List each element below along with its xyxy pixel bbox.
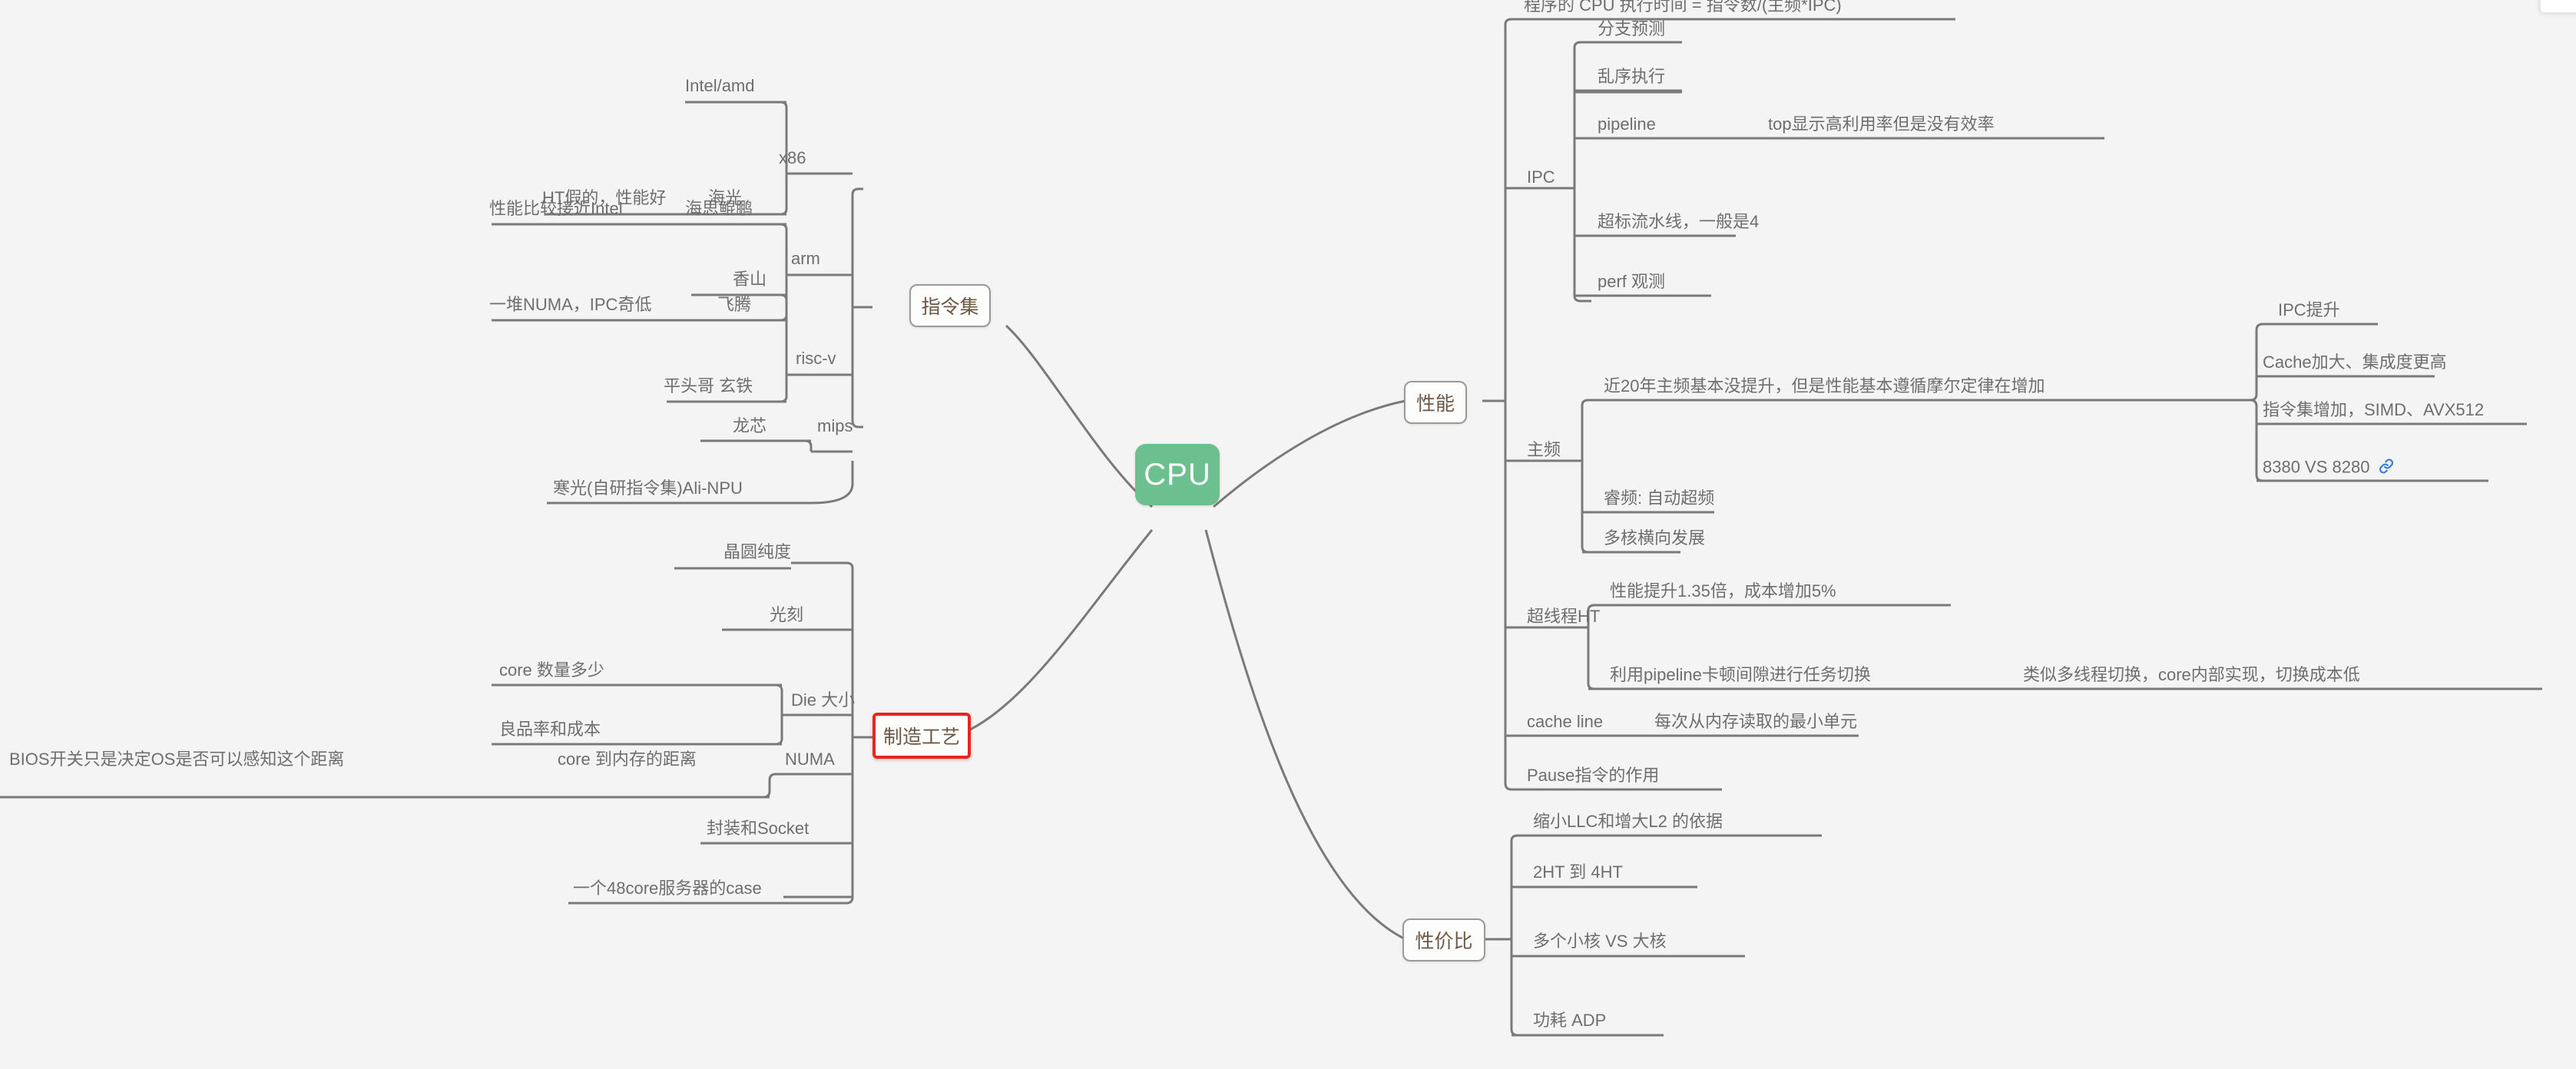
topic-performance[interactable]: 性能 bbox=[1404, 381, 1467, 424]
leaf-pipeline-note[interactable]: top显示高利用率但是没有效率 bbox=[1766, 114, 1996, 136]
leaf-power-adp[interactable]: 功耗 ADP bbox=[1531, 1011, 1608, 1032]
leaf-cache-line-note[interactable]: 每次从内存读取的最小单元 bbox=[1653, 712, 1859, 733]
leaf-x86[interactable]: x86 bbox=[777, 148, 807, 170]
leaf-8380-vs-8280-text: 8380 VS 8280 bbox=[2263, 457, 2370, 477]
root-node-cpu[interactable]: CPU bbox=[1135, 444, 1220, 505]
leaf-cache-line[interactable]: cache line bbox=[1525, 712, 1604, 733]
leaf-risc-v[interactable]: risc-v bbox=[794, 349, 838, 370]
leaf-ht-pipeline-stall-switch[interactable]: 利用pipeline卡顿间隙进行任务切换 bbox=[1608, 665, 1872, 687]
leaf-bios-switch-note[interactable]: BIOS开关只是决定OS是否可以感知这个距离 bbox=[8, 750, 346, 771]
leaf-ipc-improvement[interactable]: IPC提升 bbox=[2276, 300, 2342, 322]
connector-wires bbox=[0, 18, 2542, 1037]
leaf-moores-law-note[interactable]: 近20年主频基本没提升，但是性能基本遵循摩尔定律在增加 bbox=[1602, 376, 2046, 398]
topic-instruction-set[interactable]: 指令集 bbox=[909, 284, 991, 327]
leaf-superscalar-pipeline[interactable]: 超标流水线，一般是4 bbox=[1596, 212, 1760, 233]
leaf-xiangshan[interactable]: 香山 bbox=[731, 270, 768, 291]
leaf-ht-pipeline-stall-switch-note[interactable]: 类似多线程切换，core内部实现，切换成本低 bbox=[2021, 665, 2362, 687]
leaf-hisilicon-kunpeng-note[interactable]: 性能比较接近Intel bbox=[488, 199, 624, 220]
leaf-mips[interactable]: mips bbox=[816, 416, 854, 438]
leaf-die-size[interactable]: Die 大小 bbox=[790, 690, 856, 712]
leaf-pingtouge-xuantie[interactable]: 平头哥 玄铁 bbox=[662, 376, 754, 398]
leaf-turbo-boost[interactable]: 睿频: 自动超频 bbox=[1602, 488, 1716, 510]
leaf-bigger-cache-higher-integration[interactable]: Cache加大、集成度更高 bbox=[2261, 352, 2449, 374]
leaf-branch-prediction[interactable]: 分支预测 bbox=[1596, 19, 1667, 41]
leaf-core-to-memory-distance[interactable]: core 到内存的距离 bbox=[556, 750, 698, 771]
leaf-numa[interactable]: NUMA bbox=[783, 750, 836, 771]
mindmap-canvas[interactable]: CPU 指令集 制造工艺 性能 性价比 Intel/amd x86 海光 HT假… bbox=[0, 0, 2576, 1069]
leaf-core-count[interactable]: core 数量多少 bbox=[498, 660, 606, 682]
leaf-feiteng[interactable]: 飞腾 bbox=[716, 295, 753, 316]
leaf-feiteng-note[interactable]: 一堆NUMA，IPC奇低 bbox=[488, 295, 653, 316]
leaf-hisilicon-kunpeng[interactable]: 海思鲲鹏 bbox=[684, 199, 754, 220]
leaf-hyperthreading-ht[interactable]: 超线程HT bbox=[1525, 607, 1601, 628]
leaf-48core-server-case[interactable]: 一个48core服务器的case bbox=[571, 879, 763, 900]
leaf-multicore-scaleout[interactable]: 多核横向发展 bbox=[1602, 528, 1707, 550]
leaf-package-and-socket[interactable]: 封装和Socket bbox=[705, 819, 810, 840]
leaf-more-instructions-simd-avx512[interactable]: 指令集增加，SIMD、AVX512 bbox=[2261, 400, 2485, 422]
leaf-pipeline[interactable]: pipeline bbox=[1596, 114, 1657, 136]
leaf-small-cores-vs-big-core[interactable]: 多个小核 VS 大核 bbox=[1531, 932, 1668, 953]
leaf-yield-and-cost[interactable]: 良品率和成本 bbox=[498, 720, 602, 741]
leaf-wafer-purity[interactable]: 晶圆纯度 bbox=[722, 542, 793, 564]
leaf-hanguang-ali-npu[interactable]: 寒光(自研指令集)Ali-NPU bbox=[551, 478, 744, 500]
leaf-loongson[interactable]: 龙芯 bbox=[731, 416, 768, 438]
link-icon[interactable] bbox=[2377, 458, 2396, 478]
leaf-ipc[interactable]: IPC bbox=[1525, 167, 1557, 189]
leaf-perf-observation[interactable]: perf 观测 bbox=[1596, 272, 1667, 293]
leaf-out-of-order-execution[interactable]: 乱序执行 bbox=[1596, 67, 1667, 88]
leaf-pause-instruction[interactable]: Pause指令的作用 bbox=[1525, 766, 1660, 787]
corner-panel[interactable] bbox=[2541, 0, 2576, 12]
leaf-cpu-exec-time-formula[interactable]: 程序的 CPU 执行时间 = 指令数/(主频*IPC) bbox=[1522, 0, 1843, 17]
leaf-lithography[interactable]: 光刻 bbox=[768, 605, 805, 627]
leaf-arm[interactable]: arm bbox=[790, 249, 822, 270]
leaf-ht-perf-gain[interactable]: 性能提升1.35倍，成本增加5% bbox=[1608, 581, 1838, 603]
leaf-clock-frequency[interactable]: 主频 bbox=[1525, 440, 1562, 462]
leaf-2ht-to-4ht[interactable]: 2HT 到 4HT bbox=[1531, 862, 1624, 884]
leaf-intel-amd[interactable]: Intel/amd bbox=[684, 76, 757, 98]
topic-cost-performance[interactable]: 性价比 bbox=[1402, 918, 1485, 961]
topic-manufacturing[interactable]: 制造工艺 bbox=[872, 713, 971, 759]
leaf-shrink-llc-grow-l2[interactable]: 缩小LLC和增大L2 的依据 bbox=[1531, 812, 1724, 833]
leaf-8380-vs-8280[interactable]: 8380 VS 8280 bbox=[2261, 458, 2397, 481]
